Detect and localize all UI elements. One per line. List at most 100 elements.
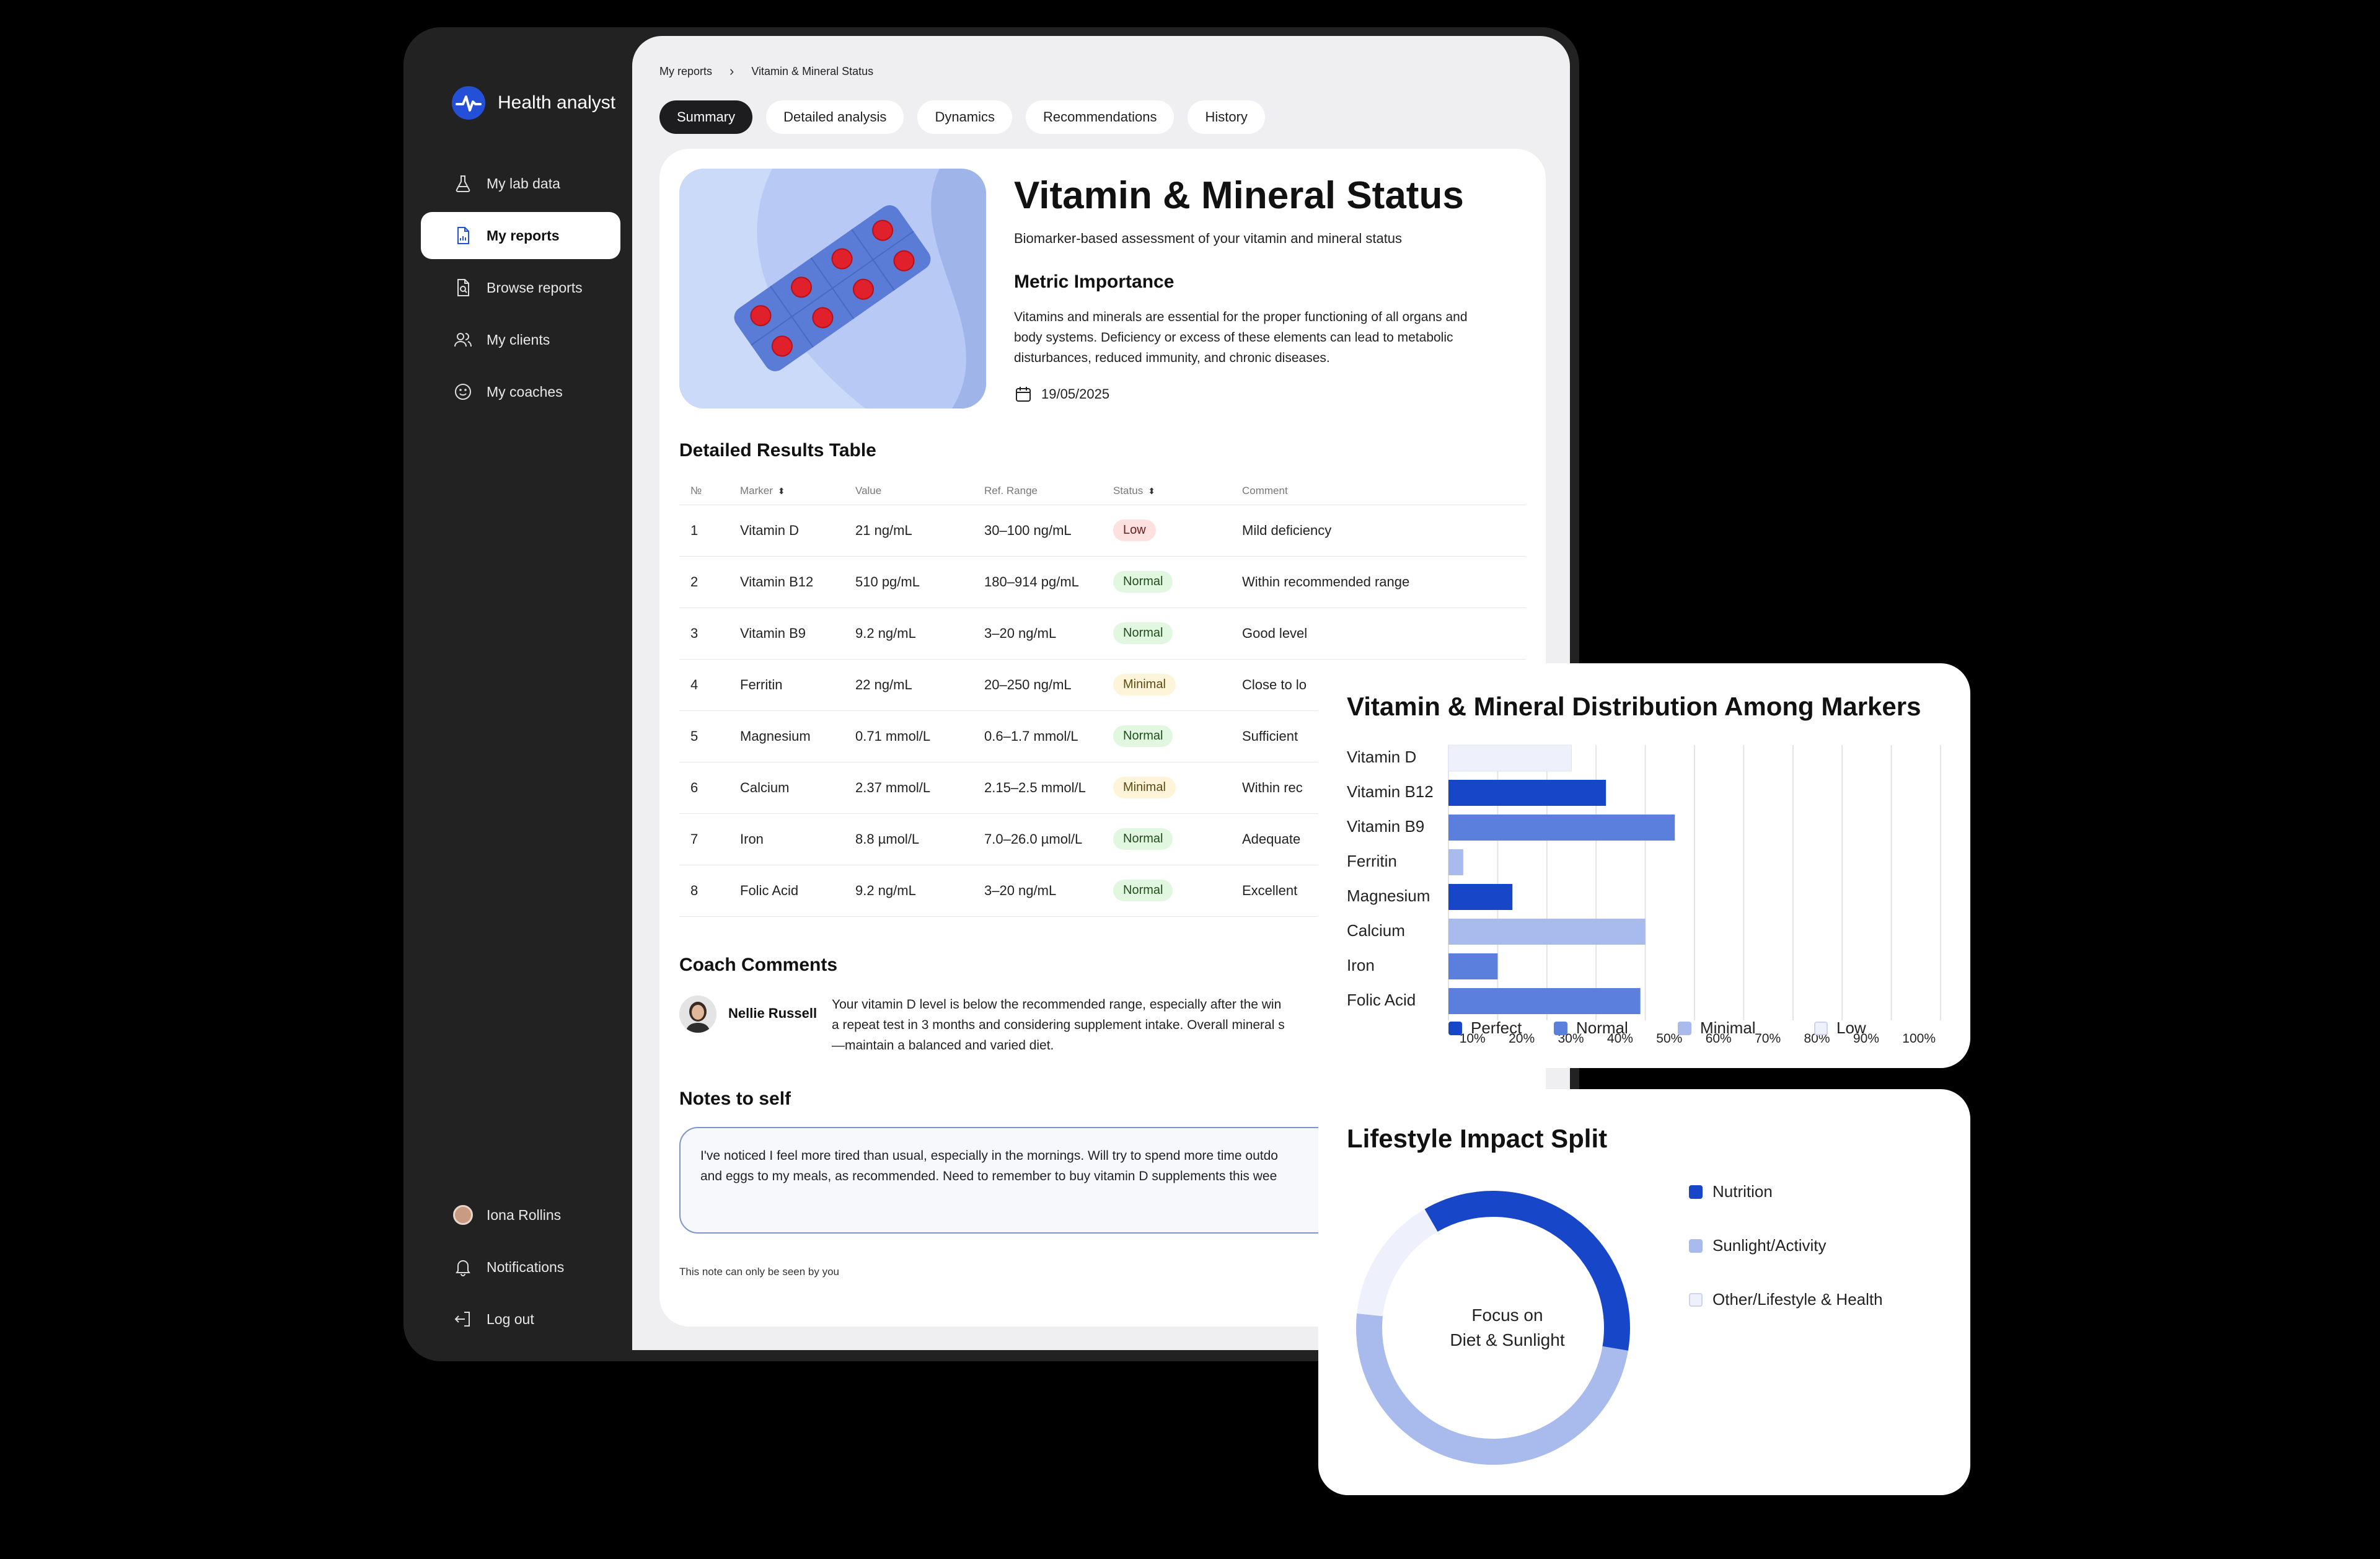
cell-number: 7 [679, 813, 740, 865]
cell-value: 0.71 mmol/L [855, 710, 984, 762]
cell-number: 1 [679, 505, 740, 557]
legend-item[interactable]: Low [1814, 1018, 1866, 1038]
category-label: Folic Acid [1347, 991, 1416, 1009]
report-title: Vitamin & Mineral Status [1014, 174, 1464, 217]
category-label: Calcium [1347, 921, 1405, 940]
legend-label: Sunlight/Activity [1712, 1236, 1827, 1255]
status-badge: Low [1113, 519, 1156, 541]
sidebar-item-my-clients[interactable]: My clients [421, 316, 620, 363]
legend-item[interactable]: Perfect [1448, 1018, 1522, 1038]
sidebar-item-label: My lab data [487, 175, 560, 192]
flask-icon [456, 175, 470, 192]
tab-recommendations[interactable]: Recommendations [1026, 100, 1175, 134]
report-icon [457, 227, 469, 244]
legend-item[interactable]: Other/Lifestyle & Health [1689, 1290, 1883, 1309]
status-badge: Normal [1113, 571, 1173, 593]
legend-swatch [1814, 1021, 1828, 1035]
sidebar-item-label: Log out [487, 1310, 534, 1327]
sidebar-item-my-coaches[interactable]: My coaches [421, 368, 620, 415]
legend-item[interactable]: Nutrition [1689, 1182, 1773, 1201]
cell-number: 4 [679, 659, 740, 711]
legend-item[interactable]: Normal [1554, 1018, 1628, 1038]
sidebar-item-my-lab-data[interactable]: My lab data [421, 160, 620, 207]
sidebar-nav: My lab data My reports Browse reports My… [421, 160, 620, 415]
sidebar-item-label: My reports [487, 227, 560, 244]
breadcrumb-root[interactable]: My reports [659, 65, 712, 78]
bar-vitamin-b9[interactable] [1448, 815, 1675, 841]
sort-icon[interactable]: ⬍ [778, 486, 785, 496]
legend-swatch [1689, 1292, 1703, 1307]
coach-comments-heading: Coach Comments [679, 955, 838, 975]
brand[interactable]: Health analyst [451, 83, 620, 123]
users-icon [454, 333, 472, 347]
notes-heading: Notes to self [679, 1089, 791, 1109]
cell-status: Normal [1113, 607, 1242, 660]
cell-comment: Good level [1242, 607, 1526, 660]
table-row[interactable]: 3 Vitamin B9 9.2 ng/mL 3–20 ng/mL Normal Good… [679, 607, 1526, 660]
cell-ref-range: 3–20 ng/mL [984, 607, 1113, 660]
legend-item[interactable]: Sunlight/Activity [1689, 1236, 1827, 1255]
legend-swatch [1678, 1021, 1691, 1035]
logout-button[interactable]: Log out [421, 1296, 620, 1343]
cell-comment: Within recommended range [1242, 556, 1526, 608]
donut-center-text: Focus on Diet & Sunlight [1450, 1305, 1565, 1349]
tab-detailed-analysis[interactable]: Detailed analysis [766, 100, 904, 134]
x-tick-label: 70% [1755, 1031, 1781, 1046]
avatar [453, 1205, 473, 1225]
column-header-status[interactable]: Status ⬍ [1113, 477, 1242, 505]
tab-history[interactable]: History [1188, 100, 1265, 134]
table-row[interactable]: 2 Vitamin B12 510 pg/mL 180–914 pg/mL Normal… [679, 556, 1526, 608]
tab-dynamics[interactable]: Dynamics [917, 100, 1013, 134]
sort-icon[interactable]: ⬍ [1148, 486, 1155, 496]
legend-label: Minimal [1700, 1018, 1756, 1037]
bell-icon [456, 1260, 470, 1276]
legend-swatch [1689, 1239, 1703, 1253]
cell-ref-range: 2.15–2.5 mmol/L [984, 762, 1113, 814]
tab-summary[interactable]: Summary [659, 100, 753, 134]
lifestyle-chart-card: Lifestyle Impact Split Focus on Diet & S… [1318, 1089, 1970, 1495]
cell-value: 21 ng/mL [855, 505, 984, 557]
smile-icon [455, 384, 471, 400]
donut-slice-other-lifestyle-health[interactable] [1357, 1209, 1438, 1317]
user-profile[interactable]: Iona Rollins [421, 1191, 620, 1239]
bar-calcium[interactable] [1448, 919, 1646, 945]
category-label: Magnesium [1347, 886, 1430, 905]
bar-folic-acid[interactable] [1448, 988, 1641, 1014]
category-label: Vitamin B12 [1347, 782, 1434, 801]
bar-vitamin-d[interactable] [1448, 744, 1572, 772]
cell-marker: Vitamin D [740, 505, 855, 557]
sidebar-item-notifications[interactable]: Notifications [421, 1243, 620, 1291]
cell-marker: Vitamin B12 [740, 556, 855, 608]
cell-value: 8.8 µmol/L [855, 813, 984, 865]
sidebar-item-browse-reports[interactable]: Browse reports [421, 264, 620, 311]
cell-ref-range: 30–100 ng/mL [984, 505, 1113, 557]
search-document-icon [457, 279, 469, 296]
coach-avatar [679, 996, 716, 1033]
legend-swatch [1554, 1021, 1567, 1035]
column-header-marker[interactable]: Marker ⬍ [740, 477, 855, 505]
table-row[interactable]: 1 Vitamin D 21 ng/mL 30–100 ng/mL Low Mild de… [679, 505, 1526, 557]
legend-label: Nutrition [1712, 1182, 1773, 1201]
cell-number: 5 [679, 710, 740, 762]
logout-icon [454, 1312, 470, 1327]
results-table-heading: Detailed Results Table [679, 440, 876, 461]
bar-vitamin-b12[interactable] [1448, 780, 1606, 806]
cell-ref-range: 7.0–26.0 µmol/L [984, 813, 1113, 865]
bar-magnesium[interactable] [1448, 884, 1513, 910]
cell-marker: Folic Acid [740, 865, 855, 917]
sidebar-item-my-reports[interactable]: My reports [421, 212, 620, 259]
column-header-ref-range: Ref. Range [984, 477, 1113, 505]
x-tick-label: 100% [1902, 1031, 1936, 1046]
person-avatar-icon [679, 996, 716, 1033]
cell-ref-range: 3–20 ng/mL [984, 865, 1113, 917]
report-date: 19/05/2025 [1014, 385, 1109, 404]
pulse-logo-icon [452, 86, 485, 120]
legend-label: Normal [1576, 1018, 1628, 1037]
bar-ferritin[interactable] [1448, 849, 1463, 875]
bar-iron[interactable] [1448, 953, 1498, 979]
calendar-icon [1016, 387, 1031, 402]
cell-ref-range: 20–250 ng/mL [984, 659, 1113, 711]
legend-item[interactable]: Minimal [1678, 1018, 1756, 1038]
table-header-row: № Marker ⬍ Value Ref. Range Status ⬍ Comme… [679, 477, 1526, 505]
cell-status: Minimal [1113, 659, 1242, 711]
